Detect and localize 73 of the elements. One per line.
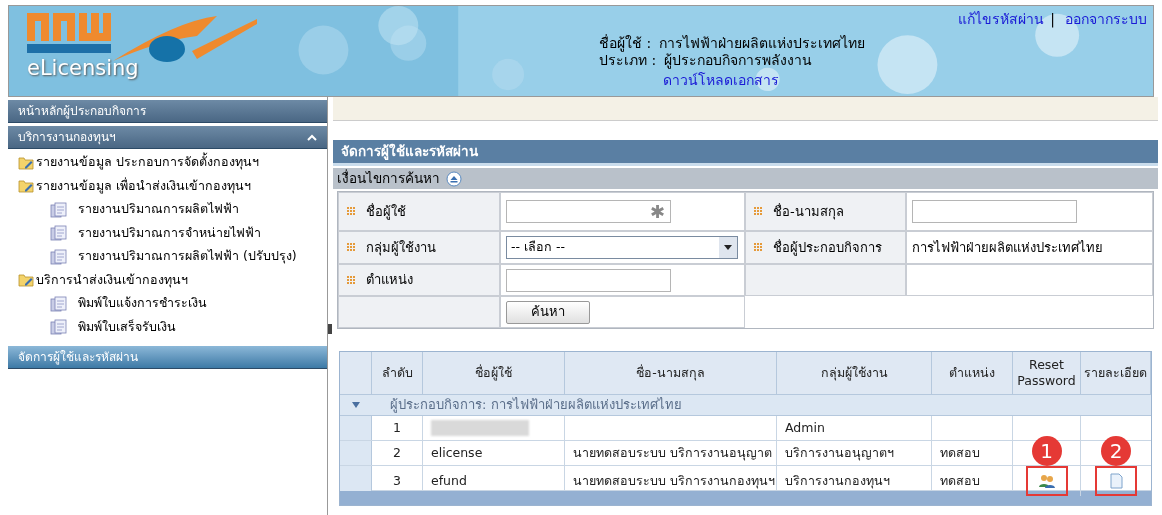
field-label: ชื่อผู้ใช้ (366, 202, 406, 222)
folder-pencil-icon (18, 155, 34, 170)
input-field[interactable] (506, 268, 671, 292)
download-link[interactable]: ดาวน์โหลดเอกสาร (663, 72, 866, 89)
select-field[interactable]: -- เลือก -- (506, 236, 738, 259)
grip-icon (347, 207, 356, 216)
group-label: ผู้ประกอบกิจการ: การไฟฟ้าฝ่ายผลิตแห่งประเทศไทย (390, 396, 682, 415)
required-asterisk-icon: ✱ (649, 202, 665, 221)
document-icon (50, 248, 68, 265)
chevron-up-icon[interactable] (307, 133, 317, 141)
table-cell: บริการงานอนุญาตฯ (785, 443, 894, 463)
grip-icon (347, 275, 356, 285)
table-cell: บริการงานกองทุนฯ (785, 471, 890, 491)
field-label: กลุ่มผู้ใช้งาน (366, 238, 436, 258)
table-cell-text: 3 (393, 471, 401, 490)
panel-title: จัดการผู้ใช้และรหัสผ่าน (341, 142, 478, 162)
field-label: ชื่อ-นามสกุล (773, 202, 844, 222)
change-password-link[interactable]: แก้ไขรหัสผ่าน (958, 9, 1045, 30)
input-field[interactable] (912, 200, 1077, 223)
table-cell-text: ทดสอบ (940, 471, 980, 490)
document-icon (50, 225, 68, 242)
column-header[interactable]: รายละเอียด (1084, 365, 1147, 381)
link-separator: | (1050, 10, 1055, 30)
user-label: ชื่อผู้ใช้ : (599, 35, 652, 52)
expand-caret-icon[interactable] (352, 402, 360, 408)
menu-item[interactable]: รายงานข้อมูล ประกอบการจัดตั้งกองทุนฯ (36, 153, 259, 173)
table-cell-text: 1 (393, 418, 401, 437)
folder-pencil-icon (18, 179, 34, 194)
column-header[interactable]: ลำดับ (381, 365, 413, 381)
table-cell-text: 2 (393, 443, 401, 462)
section-title: เงื่อนไขการค้นหา (337, 168, 440, 189)
menu-item[interactable]: รายงานปริมาณการผลิตไฟฟ้า (ปรับปรุง) (78, 247, 297, 267)
annotation-marker: 1 (1031, 436, 1062, 466)
logout-link[interactable]: ออกจากระบบ (1065, 9, 1147, 30)
sidebar-section[interactable]: หน้าหลักผู้ประกอบกิจการ (8, 100, 327, 123)
grip-icon (754, 243, 763, 252)
input-field[interactable]: ✱ (506, 200, 671, 223)
collapse-icon[interactable] (446, 170, 462, 187)
type-value: ผู้ประกอบกิจการพลังงาน (664, 52, 813, 69)
column-header[interactable]: ตำแหน่ง (949, 365, 995, 381)
search-button[interactable]: ค้นหา (506, 300, 590, 324)
table-cell-text: Admin (785, 418, 825, 437)
column-header[interactable]: กลุ่มผู้ใช้งาน (820, 365, 888, 381)
menu-item[interactable]: รายงานปริมาณการผลิตไฟฟ้า (78, 200, 239, 220)
column-header[interactable]: ชื่อผู้ใช้ (475, 365, 512, 381)
type-label: ประเภท : (599, 52, 657, 69)
user-value: การไฟฟ้าฝ่ายผลิตแห่งประเทศไทย (659, 35, 866, 52)
table-cell-text: ทดสอบ (940, 443, 980, 462)
field-value: การไฟฟ้าฝ่ายผลิตแห่งประเทศไทย (912, 238, 1103, 257)
menu-item[interactable]: รายงานข้อมูล เพื่อนำส่งเงินเข้ากองทุนฯ (36, 176, 251, 196)
folder-pencil-icon (18, 273, 34, 288)
field-label: ชื่อผู้ประกอบกิจการ (773, 238, 882, 258)
document-icon (50, 201, 68, 218)
grip-icon (347, 243, 356, 252)
menu-item[interactable]: รายงานปริมาณการจำหน่ายไฟฟ้า (78, 223, 261, 243)
users-icon[interactable] (1037, 474, 1056, 488)
column-header[interactable]: Reset Password (1015, 357, 1078, 389)
collapse-handle[interactable] (328, 324, 332, 334)
table-cell-text: elicense (431, 443, 483, 462)
document-icon (50, 319, 68, 336)
annotation-marker: 2 (1101, 436, 1131, 466)
menu-item[interactable]: พิมพ์ใบเสร็จรับเงิน (78, 317, 176, 337)
table-cell: นายทดสอบระบบ บริการงานอนุญาต (573, 443, 772, 463)
document-icon (50, 295, 68, 312)
column-header[interactable]: ชื่อ-นามสกุล (636, 365, 705, 381)
field-label: ตำแหน่ง (366, 271, 413, 290)
app-name: eLicensing (27, 58, 140, 79)
sidebar-section[interactable]: บริการงานกองทุนฯ (8, 126, 327, 149)
table-cell-text: efund (431, 471, 467, 490)
table-cell: นายทดสอบระบบ บริการงานกองทุนฯ (573, 471, 775, 491)
menu-item[interactable]: พิมพ์ใบแจ้งการชำระเงิน (78, 294, 207, 314)
grip-icon (754, 207, 763, 216)
menu-item[interactable]: บริการนำส่งเงินเข้ากองทุนฯ (36, 270, 188, 290)
